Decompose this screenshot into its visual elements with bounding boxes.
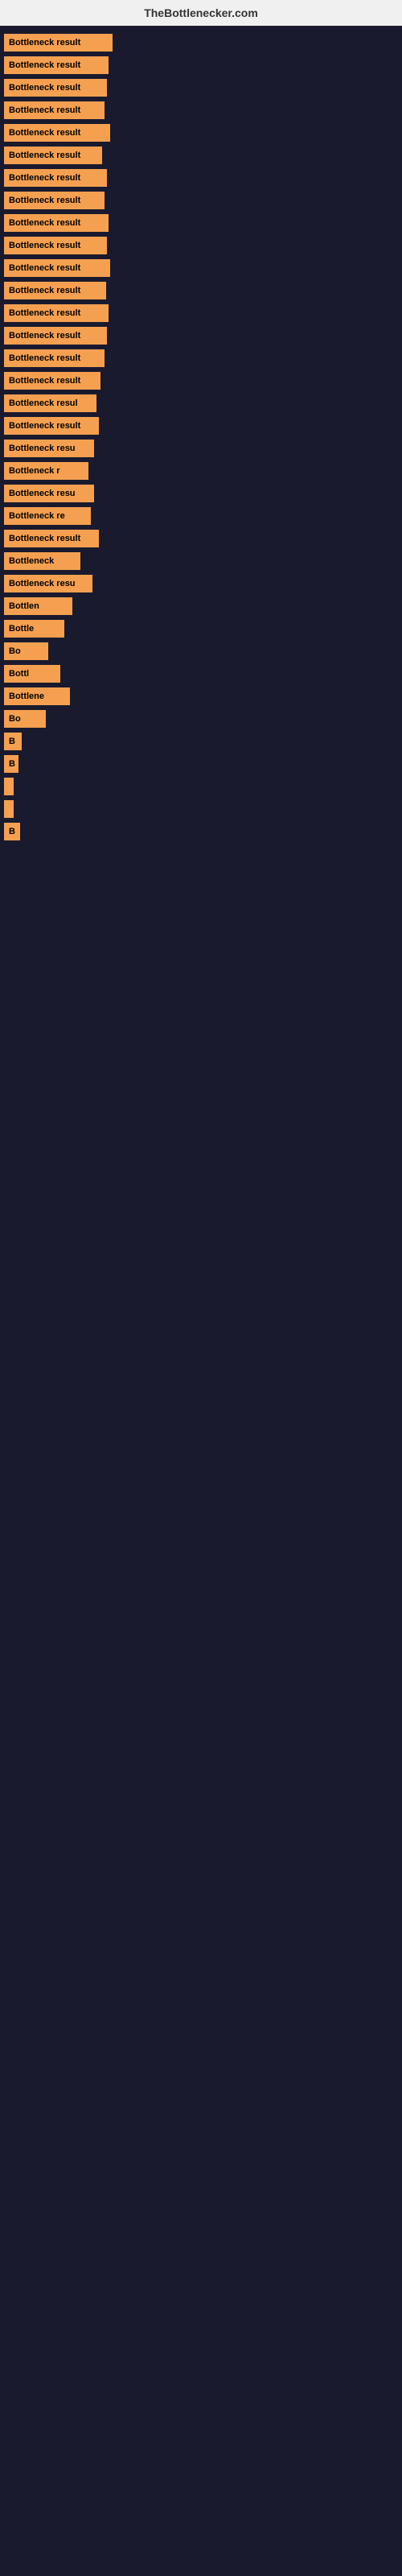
bar-row: Bottl (4, 665, 398, 683)
bottleneck-bar: Bottle (4, 620, 64, 638)
bottleneck-bar: Bottleneck resu (4, 440, 94, 457)
bottleneck-bar: Bottleneck result (4, 214, 109, 232)
bar-row: Bottleneck resu (4, 575, 398, 592)
bar-row: Bottleneck result (4, 530, 398, 547)
bar-row: Bottleneck resu (4, 440, 398, 457)
bottleneck-bar: Bottleneck result (4, 372, 100, 390)
bottleneck-bar: Bottleneck result (4, 124, 110, 142)
bottleneck-bar: Bottleneck result (4, 79, 107, 97)
page-header: TheBottlenecker.com (0, 0, 402, 26)
bottleneck-bar: Bottleneck result (4, 304, 109, 322)
bar-row: Bo (4, 642, 398, 660)
bottleneck-bar: B (4, 823, 20, 840)
bottleneck-bar: B (4, 755, 18, 773)
bottleneck-bar: Bottlen (4, 597, 72, 615)
bar-row: Bottleneck resul (4, 394, 398, 412)
bottleneck-bar: Bottl (4, 665, 60, 683)
bars-container: Bottleneck result Bottleneck result Bottle… (0, 26, 402, 853)
bar-row: Bottleneck result (4, 417, 398, 435)
bar-row: Bottlen (4, 597, 398, 615)
bar-row: Bottleneck result (4, 124, 398, 142)
bottleneck-bar: Bottleneck result (4, 530, 99, 547)
bar-row (4, 778, 398, 795)
bottleneck-bar: Bottleneck result (4, 237, 107, 254)
bar-row: Bottleneck result (4, 214, 398, 232)
bar-row: Bottleneck result (4, 349, 398, 367)
bottleneck-bar: Bottleneck result (4, 147, 102, 164)
bar-row: Bottleneck resu (4, 485, 398, 502)
bottleneck-bar: Bo (4, 710, 46, 728)
bar-row: Bottleneck result (4, 169, 398, 187)
bar-row: Bottleneck result (4, 304, 398, 322)
bottleneck-bar: Bottleneck result (4, 34, 113, 52)
bar-row: Bottlene (4, 687, 398, 705)
bar-row: Bottleneck result (4, 327, 398, 345)
bottleneck-bar: Bottleneck result (4, 327, 107, 345)
bar-row: Bottleneck re (4, 507, 398, 525)
bar-row (4, 800, 398, 818)
bottleneck-bar: Bottleneck (4, 552, 80, 570)
bar-row: Bo (4, 710, 398, 728)
bottleneck-bar: Bottleneck result (4, 101, 105, 119)
bar-row: Bottleneck result (4, 282, 398, 299)
bottleneck-bar: Bottleneck r (4, 462, 88, 480)
bar-row: Bottleneck result (4, 34, 398, 52)
bar-row: B (4, 733, 398, 750)
bottleneck-bar: Bottleneck result (4, 56, 109, 74)
bar-row: Bottleneck result (4, 101, 398, 119)
bar-row: Bottleneck result (4, 147, 398, 164)
bar-row: Bottleneck result (4, 372, 398, 390)
bar-row: Bottleneck (4, 552, 398, 570)
bar-row: Bottleneck result (4, 79, 398, 97)
bottleneck-bar: Bottleneck resu (4, 485, 94, 502)
bar-row: Bottleneck result (4, 192, 398, 209)
bottleneck-bar: Bottleneck result (4, 282, 106, 299)
bar-row: Bottleneck result (4, 259, 398, 277)
bottleneck-bar: Bottlene (4, 687, 70, 705)
bottleneck-bar (4, 778, 14, 795)
bottleneck-bar: Bottleneck result (4, 259, 110, 277)
site-title: TheBottlenecker.com (144, 6, 258, 19)
bottleneck-bar: Bottleneck result (4, 169, 107, 187)
bar-row: Bottle (4, 620, 398, 638)
bar-row: Bottleneck result (4, 237, 398, 254)
bottleneck-bar: Bo (4, 642, 48, 660)
bar-row: B (4, 755, 398, 773)
bar-row: B (4, 823, 398, 840)
bottleneck-bar: Bottleneck resul (4, 394, 96, 412)
bottleneck-bar: Bottleneck result (4, 349, 105, 367)
bottleneck-bar: Bottleneck result (4, 417, 99, 435)
bar-row: Bottleneck result (4, 56, 398, 74)
bottleneck-bar: Bottleneck re (4, 507, 91, 525)
bottleneck-bar: B (4, 733, 22, 750)
bottleneck-bar (4, 800, 14, 818)
bar-row: Bottleneck r (4, 462, 398, 480)
bottleneck-bar: Bottleneck resu (4, 575, 92, 592)
bottleneck-bar: Bottleneck result (4, 192, 105, 209)
